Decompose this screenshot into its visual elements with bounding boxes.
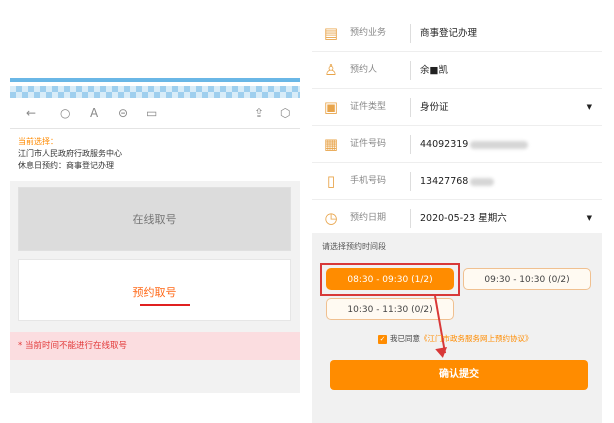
red-underline-annotation [140,304,190,306]
submit-button[interactable]: 确认提交 [330,360,588,390]
field-label: 证件号码 [350,139,387,149]
browser-top-bar [10,78,300,82]
clock-icon: ◷ [324,209,338,227]
time-slot-area [312,233,602,423]
reserve-ticket-label: 预约取号 [132,286,177,299]
left-screen: ← ○ A ⊝ ▭ ⇪ ⬡ 当前选择： 江门市人民政府行政服务中心 休息日预约：… [10,78,300,393]
right-screen: ▤ 预约业务 商事登记办理 ♙ 预约人 余■凯 ▣ 证件类型 身份证 ▼ ▦ 证… [312,0,602,423]
text-icon[interactable]: A [90,106,98,120]
checkbox-checked-icon[interactable]: ✓ [378,334,387,344]
id-number-icon: ▦ [323,135,339,153]
field-value-text: 13427768 [420,176,469,187]
blurred-digits [470,140,529,149]
field-row-phone: ▯ 手机号码 13427768 [312,163,602,200]
reserve-ticket-button[interactable]: 预约取号 [18,259,291,321]
share-icon[interactable]: ⇪ [254,106,264,120]
calendar-icon[interactable]: ▭ [146,106,157,120]
link-icon[interactable]: ⊝ [118,106,128,120]
field-row-id-type[interactable]: ▣ 证件类型 身份证 ▼ [312,89,602,126]
field-separator [410,135,411,154]
field-value: 商事登记办理 [420,28,478,39]
chevron-down-icon[interactable]: ▼ [587,200,592,237]
selection-center: 江门市人民政府行政服务中心 [18,149,122,158]
field-label: 预约业务 [350,28,387,38]
time-slot-hint: 请选择预约时间段 [322,242,386,251]
field-label: 手机号码 [350,176,387,186]
red-arrow-head [435,347,449,359]
document-icon: ▤ [323,24,339,42]
back-arrow-icon[interactable]: ← [26,106,36,120]
field-value-text: 44092319 [420,139,469,150]
field-separator [410,61,411,80]
field-value[interactable]: 余■凯 [420,52,448,89]
field-row-person: ♙ 预约人 余■凯 [312,52,602,89]
field-label: 预约人 [350,65,378,75]
refresh-icon[interactable]: ○ [60,106,70,120]
field-value[interactable]: 13427768 [420,163,495,200]
red-highlight-box [320,263,460,296]
id-card-icon: ▣ [323,98,339,116]
blurred-digits [470,177,495,186]
field-value[interactable]: 44092319 [420,126,529,163]
field-row-id-number: ▦ 证件号码 44092319 [312,126,602,163]
toolbar-divider [10,128,300,129]
field-separator [410,172,411,191]
agree-text: 我已同意 [390,334,420,343]
field-value: 2020-05-23 星期六 [420,213,507,224]
agreement-link[interactable]: 《江门市政务服务网上预约协议》 [420,334,533,343]
cube-icon[interactable]: ⬡ [280,106,290,120]
field-label: 证件类型 [350,102,387,112]
field-value: 身份证 [420,102,449,113]
field-separator [410,98,411,117]
blurred-header-mosaic [10,86,300,98]
agreement-row[interactable]: ✓ 我已同意《江门市政务服务网上预约协议》 [378,333,533,344]
online-ticket-button[interactable]: 在线取号 [18,187,291,251]
notice-banner: * 当前时间不能进行在线取号 [10,332,300,360]
field-row-business: ▤ 预约业务 商事登记办理 [312,15,602,52]
time-slot-0930[interactable]: 09:30 - 10:30 (0/2) [463,268,591,290]
selection-label: 当前选择： [18,137,58,146]
field-separator [410,209,411,228]
field-label: 预约日期 [350,213,387,223]
phone-icon: ▯ [326,172,336,190]
field-row-date[interactable]: ◷ 预约日期 2020-05-23 星期六 ▼ [312,200,602,237]
browser-toolbar: ← ○ A ⊝ ▭ ⇪ ⬡ [18,106,298,124]
selection-service: 休息日预约：商事登记办理 [18,161,114,170]
field-separator [410,24,411,43]
person-icon: ♙ [324,61,338,79]
chevron-down-icon[interactable]: ▼ [587,89,592,126]
